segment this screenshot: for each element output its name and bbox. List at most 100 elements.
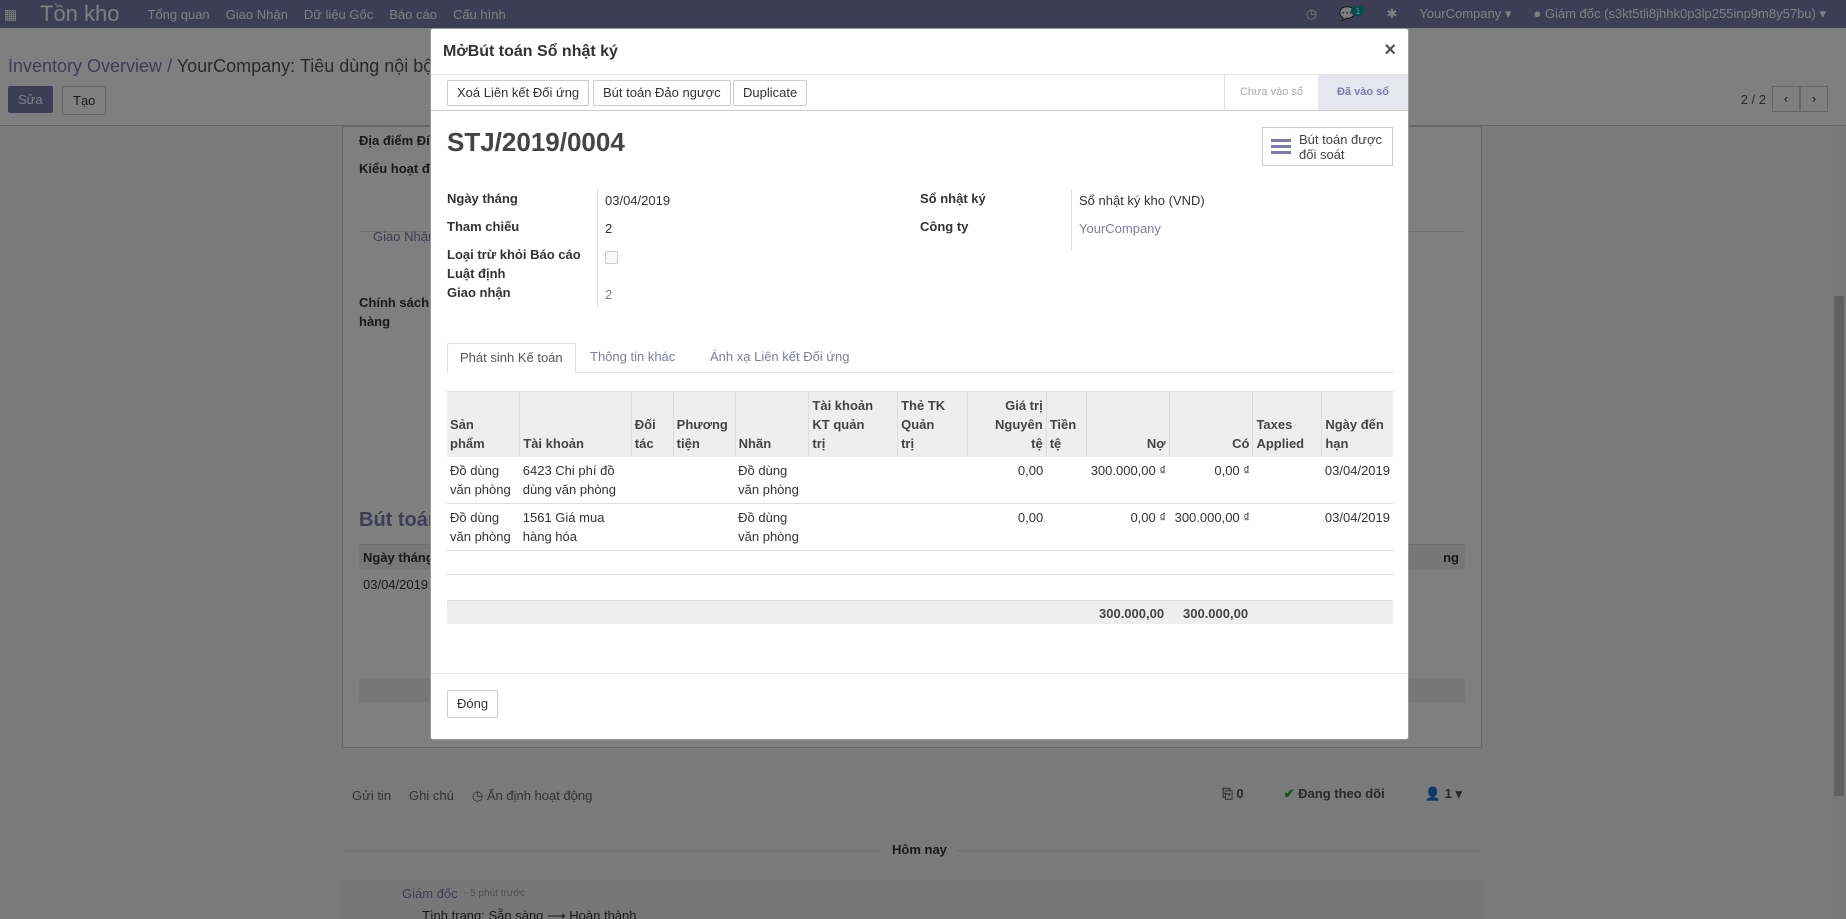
record-name: STJ/2019/0004: [447, 127, 625, 157]
tab-other-info[interactable]: Thông tin khác: [578, 343, 687, 373]
cell-tags: [897, 503, 968, 551]
col-tags-l3: trị: [901, 436, 915, 451]
cell-label: Đồ dùng văn phòng: [735, 503, 809, 551]
cell-text: 6423 Chi phí đồ: [522, 463, 615, 478]
exclude-report-label-line2: Luật định: [447, 266, 506, 281]
col-amtcur-l1: Giá trị: [1005, 398, 1043, 413]
stage-posted[interactable]: Đã vào sổ: [1318, 75, 1408, 110]
col-amtcur-l2: Nguyên: [995, 417, 1043, 432]
modal-header: MởBút toán Sổ nhật ký ×: [431, 29, 1408, 75]
reconciled-entries-button[interactable]: Bút toán được đối soát: [1262, 127, 1393, 166]
cell-text: văn phòng: [738, 529, 799, 544]
cell-account: 6423 Chi phí đồ dùng văn phòng: [519, 457, 632, 504]
cell-taxes: [1252, 457, 1322, 504]
col-credit[interactable]: Có: [1168, 391, 1253, 457]
cell-text: văn phòng: [738, 482, 799, 497]
cell-partner: [631, 457, 674, 504]
col-currency-l1: Tiền: [1049, 417, 1077, 432]
smart-label-line1: Bút toán được: [1299, 131, 1382, 147]
col-partner-l2: tác: [634, 436, 654, 451]
cell-text: hàng hóa: [522, 529, 577, 544]
total-debit: 300.000,00: [1099, 606, 1165, 621]
cell-vehicle: [673, 503, 736, 551]
col-vehicle-l2: tiện: [676, 436, 700, 451]
col-product-l2: phẩm: [450, 436, 485, 451]
reference-value: 2: [605, 221, 613, 236]
bars-icon: [1271, 139, 1291, 154]
date-value: 03/04/2019: [605, 193, 671, 208]
col-account[interactable]: Tài khoản: [519, 391, 632, 457]
cell-product: Đồ dùng văn phòng: [447, 503, 520, 551]
modal-footer: Đóng: [431, 673, 1408, 741]
col-amount-currency[interactable]: Giá trị Nguyên tệ: [966, 391, 1047, 457]
cell-debit: 0,00 ₫: [1086, 503, 1170, 551]
col-analytic-tags[interactable]: Thẻ TK Quản trị: [897, 391, 968, 457]
picking-label: Giao nhận: [447, 285, 511, 300]
stage-draft[interactable]: Chưa vào sổ: [1224, 75, 1318, 110]
col-due-l2: hạn: [1325, 436, 1349, 451]
notebook-tabs: Phát sinh Kế toán Thông tin khác Ánh xạ …: [447, 343, 1393, 373]
cell-currency: [1046, 503, 1087, 551]
close-icon[interactable]: ×: [1384, 39, 1396, 62]
col-analytic-account[interactable]: Tài khoản KT quản trị: [808, 391, 898, 457]
table-row[interactable]: Đồ dùng văn phòng 1561 Giá mua hàng hóa Đồ…: [447, 503, 1393, 551]
cell-vehicle: [673, 457, 736, 504]
col-partner-l1: Đối: [634, 417, 656, 432]
col-analytic-l1: Tài khoản: [812, 398, 874, 413]
duplicate-button[interactable]: Duplicate: [733, 80, 808, 106]
col-debit-l1: Nợ: [1146, 436, 1166, 451]
col-partner[interactable]: Đối tác: [630, 391, 674, 457]
smart-label-line2: đối soát: [1299, 146, 1345, 162]
left-group-separator: [597, 189, 598, 307]
col-debit[interactable]: Nợ: [1085, 391, 1170, 457]
modal-title: MởBút toán Sổ nhật ký: [443, 43, 618, 60]
col-due-l1: Ngày đến: [1325, 417, 1384, 432]
tab-reconcile-mapping[interactable]: Ánh xạ Liên kết Đối ứng: [698, 343, 862, 373]
col-taxes-applied[interactable]: Taxes Applied: [1252, 391, 1322, 457]
col-tags-l2: Quản: [901, 417, 935, 432]
col-currency-l2: tệ: [1049, 436, 1062, 451]
cell-analytic: [808, 457, 898, 504]
col-currency[interactable]: Tiền tệ: [1045, 391, 1087, 457]
cell-taxes: [1252, 503, 1322, 551]
cell-text: Đồ dùng: [450, 510, 500, 525]
col-credit-l1: Có: [1232, 436, 1250, 451]
total-credit: 300.000,00: [1183, 606, 1249, 621]
cell-amount-currency: 0,00: [967, 503, 1047, 551]
tab-journal-items[interactable]: Phát sinh Kế toán: [447, 343, 576, 373]
cell-amount-currency: 0,00: [967, 457, 1047, 504]
cell-product: Đồ dùng văn phòng: [447, 457, 520, 504]
reverse-entry-button[interactable]: Bút toán Đảo ngược: [593, 80, 731, 106]
empty-row: [447, 550, 1393, 575]
date-label: Ngày tháng: [447, 191, 518, 206]
col-account-l1: Tài khoản: [523, 436, 584, 451]
cell-partner: [631, 503, 674, 551]
table-row[interactable]: Đồ dùng văn phòng 6423 Chi phí đồ dùng văn…: [447, 457, 1393, 504]
col-vehicle[interactable]: Phương tiện: [672, 391, 736, 457]
col-product[interactable]: Sản phẩm: [447, 391, 520, 457]
exclude-report-checkbox[interactable]: [605, 251, 618, 264]
cell-text: Đồ dùng: [738, 463, 788, 478]
cell-text: 1561 Giá mua: [522, 510, 605, 525]
company-link[interactable]: YourCompany: [1079, 221, 1161, 236]
table-footer-totals: 300.000,00 300.000,00: [447, 600, 1393, 624]
col-product-l1: Sản: [450, 417, 474, 432]
reference-label: Tham chiếu: [447, 219, 520, 234]
cell-text: Đồ dùng: [450, 463, 500, 478]
col-analytic-l2: KT quản: [812, 417, 865, 432]
col-due-date[interactable]: Ngày đến hạn: [1321, 391, 1393, 457]
close-dialog-button[interactable]: Đóng: [447, 690, 499, 718]
cell-text: dùng văn phòng: [522, 482, 617, 497]
picking-link[interactable]: 2: [605, 287, 612, 302]
company-label: Công ty: [920, 219, 969, 234]
form-statusbar: Xoá Liên kết Đối ứng Bút toán Đảo ngược …: [431, 75, 1408, 111]
right-group-separator: [1071, 189, 1072, 251]
col-label[interactable]: Nhãn: [734, 391, 809, 457]
cell-due-date: 03/04/2019: [1321, 503, 1393, 551]
journal-entry-dialog: MởBút toán Sổ nhật ký × Xoá Liên kết Đối…: [430, 28, 1409, 740]
unreconcile-button[interactable]: Xoá Liên kết Đối ứng: [447, 80, 590, 106]
cell-credit: 300.000,00 ₫: [1169, 503, 1253, 551]
col-analytic-l3: trị: [812, 436, 826, 451]
cell-debit: 300.000,00 ₫: [1086, 457, 1170, 504]
cell-account: 1561 Giá mua hàng hóa: [519, 503, 632, 551]
